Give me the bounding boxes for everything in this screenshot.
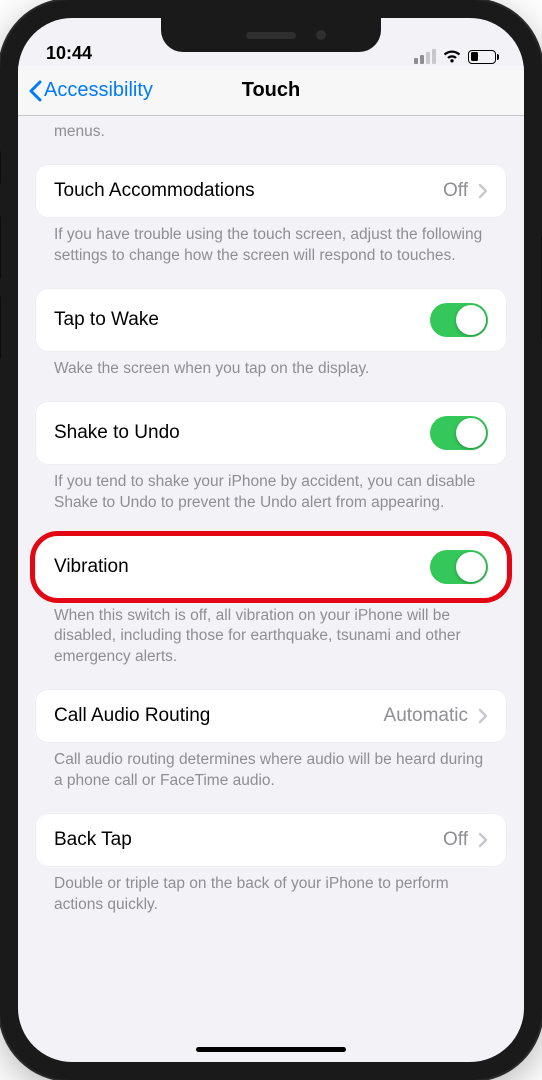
volume-down-button bbox=[0, 295, 1, 360]
row-value: Off bbox=[443, 829, 468, 851]
home-indicator[interactable] bbox=[196, 1047, 346, 1052]
row-label: Call Audio Routing bbox=[54, 705, 210, 727]
toggle-shake-to-undo[interactable] bbox=[430, 416, 488, 450]
chevron-right-icon bbox=[478, 708, 488, 724]
chevron-right-icon bbox=[478, 183, 488, 199]
footer-call-audio-routing: Call audio routing determines where audi… bbox=[36, 742, 506, 792]
battery-icon bbox=[468, 50, 496, 64]
row-touch-accommodations[interactable]: Touch Accommodations Off bbox=[36, 165, 506, 217]
chevron-left-icon bbox=[28, 80, 42, 102]
footer-back-tap: Double or triple tap on the back of your… bbox=[36, 866, 506, 916]
footer-tap-to-wake: Wake the screen when you tap on the disp… bbox=[36, 351, 506, 380]
truncated-footer: menus. bbox=[36, 122, 506, 143]
silence-switch bbox=[0, 150, 1, 185]
row-label: Back Tap bbox=[54, 829, 132, 851]
toggle-vibration[interactable] bbox=[430, 550, 488, 584]
row-label: Vibration bbox=[54, 556, 129, 578]
cellular-icon bbox=[414, 49, 436, 64]
toggle-tap-to-wake[interactable] bbox=[430, 303, 488, 337]
row-label: Shake to Undo bbox=[54, 422, 180, 444]
row-shake-to-undo[interactable]: Shake to Undo bbox=[36, 402, 506, 464]
row-back-tap[interactable]: Back Tap Off bbox=[36, 814, 506, 866]
back-button[interactable]: Accessibility bbox=[28, 79, 153, 102]
row-tap-to-wake[interactable]: Tap to Wake bbox=[36, 289, 506, 351]
footer-vibration: When this switch is off, all vibration o… bbox=[36, 598, 506, 669]
chevron-right-icon bbox=[478, 832, 488, 848]
row-value: Off bbox=[443, 180, 468, 202]
row-vibration[interactable]: Vibration bbox=[36, 536, 506, 598]
row-label: Tap to Wake bbox=[54, 309, 159, 331]
footer-touch-accommodations: If you have trouble using the touch scre… bbox=[36, 217, 506, 267]
footer-shake-to-undo: If you tend to shake your iPhone by acci… bbox=[36, 464, 506, 514]
nav-bar: Accessibility Touch bbox=[18, 66, 524, 116]
notch bbox=[161, 18, 381, 52]
back-label: Accessibility bbox=[44, 79, 153, 102]
wifi-icon bbox=[442, 49, 462, 64]
phone-frame: 10:44 Accessibility To bbox=[0, 0, 542, 1080]
highlight-vibration: Vibration bbox=[36, 536, 506, 598]
row-call-audio-routing[interactable]: Call Audio Routing Automatic bbox=[36, 690, 506, 742]
row-label: Touch Accommodations bbox=[54, 180, 255, 202]
screen: 10:44 Accessibility To bbox=[18, 18, 524, 1062]
status-time: 10:44 bbox=[46, 43, 92, 64]
content-scroll[interactable]: menus. Touch Accommodations Off If you bbox=[18, 116, 524, 1062]
volume-up-button bbox=[0, 215, 1, 280]
row-value: Automatic bbox=[384, 705, 468, 727]
